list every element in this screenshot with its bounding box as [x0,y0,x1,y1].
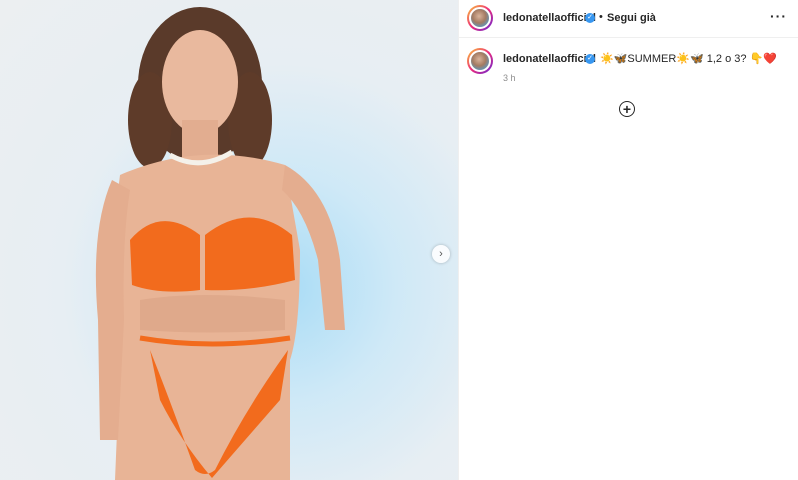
header-username[interactable]: ledonatella​official [503,12,596,24]
caption-username[interactable]: ledonatella​official [503,53,596,65]
post-photo-figure [95,7,345,480]
next-arrow-icon[interactable]: › [432,245,450,263]
header-separator: • [599,11,603,23]
post-photo[interactable]: › [0,0,458,480]
caption-avatar-image [469,50,491,72]
post-panel: ledonatella​official ✓ • Segui già ··· l… [459,0,798,480]
caption-avatar[interactable] [467,48,493,74]
post-header: ledonatella​official ✓ • Segui già ··· [459,0,798,38]
add-comment-icon[interactable]: + [619,101,635,117]
verified-icon: ✓ [585,13,595,23]
caption-text: ☀️🦋SUMMER☀️🦋 1,2 o 3? 👇❤️ [600,53,777,65]
verified-icon: ✓ [585,54,595,64]
avatar-image [469,7,491,29]
follow-button[interactable]: Segui già [607,12,656,24]
post-timestamp[interactable]: 3 h [503,73,516,83]
avatar[interactable] [467,5,493,31]
more-icon[interactable]: ··· [770,8,787,24]
